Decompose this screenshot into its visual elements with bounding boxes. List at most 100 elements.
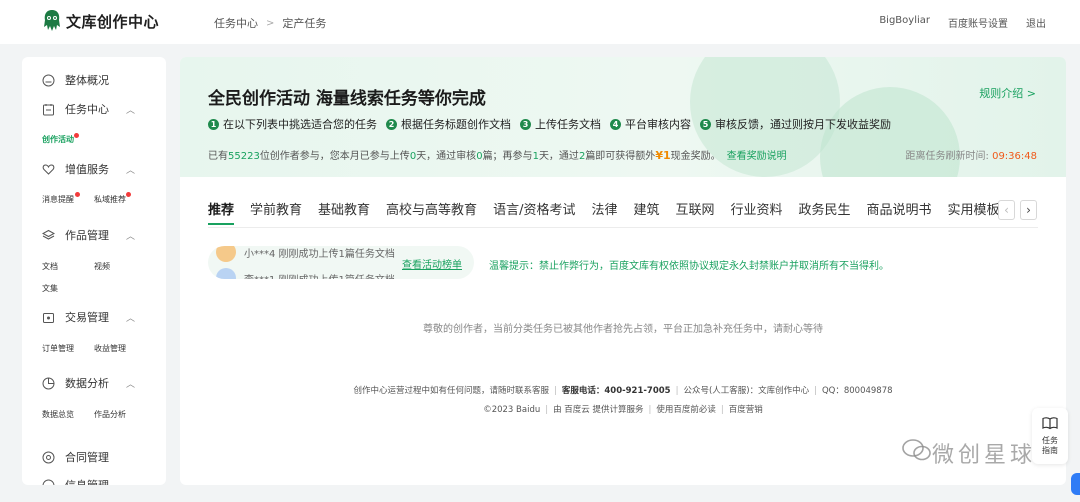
tab-recommend[interactable]: 推荐 (208, 199, 235, 225)
chevron-up-icon[interactable]: ︿ (126, 229, 135, 242)
sidebar-item-value-service[interactable]: 增值服务 ︿ (22, 158, 166, 180)
ticker-text: 李***1 刚刚成功上传1篇任务文档 (244, 271, 395, 280)
sidebar-sub-creative-activity[interactable]: 创作活动 (42, 134, 74, 145)
step-number: 1 (208, 118, 219, 130)
tab-templates[interactable]: 实用模板 (948, 199, 998, 225)
tab-internet[interactable]: 互联网 (675, 199, 714, 225)
tab-preschool[interactable]: 学前教育 (250, 199, 302, 225)
participation-stats: 已有55223位创作者参与，您本月已参与上传0天，通过审核0篇；再参与1天，通过… (208, 147, 787, 162)
sidebar-sub-orders[interactable]: 订单管理 (42, 343, 74, 354)
tab-architecture[interactable]: 建筑 (633, 199, 659, 225)
public-account: 公众号(人工客服)：文库创作中心 (683, 386, 810, 396)
reward-amount: ¥1 (655, 149, 671, 162)
sidebar-label: 整体概况 (65, 74, 109, 87)
marketing-link[interactable]: 百度营销 (729, 405, 763, 415)
ticker-item: 小***4 刚刚成功上传1篇任务文档 (216, 246, 395, 262)
rules-link[interactable]: 规则介绍 > (979, 85, 1036, 101)
brand-logo[interactable]: 文库创作中心 (42, 9, 159, 33)
sidebar-label: 增值服务 (65, 163, 109, 176)
task-guide-button[interactable]: 任务指南 (1032, 408, 1068, 464)
brand-logo-icon (42, 9, 62, 33)
tab-law[interactable]: 法律 (591, 199, 617, 225)
footer-links: ©2023 Baidu | 由 百度云 提供计算服务 | 使用百度前必读 | 百度营销 (180, 403, 1066, 415)
tab-higher-education[interactable]: 高校与高等教育 (386, 199, 477, 225)
header-actions: BigBoyliar 百度账号设置 退出 (861, 15, 1046, 30)
ticker-text: 小***4 刚刚成功上传1篇任务文档 (244, 248, 395, 260)
step-item: 2 根据任务标题创作文档 (386, 116, 511, 132)
sidebar-item-trade[interactable]: 交易管理 ︿ (22, 306, 166, 328)
breadcrumb-root[interactable]: 任务中心 (214, 15, 258, 31)
chevron-up-icon[interactable]: ︿ (126, 163, 135, 176)
step-number: 3 (520, 118, 531, 130)
sidebar-sub-message-reminder[interactable]: 消息提醒 (42, 194, 74, 205)
tab-language-exam[interactable]: 语言/资格考试 (493, 199, 575, 225)
chevron-up-icon[interactable]: ︿ (126, 103, 135, 116)
banner-decoration (820, 87, 960, 177)
sidebar-item-contract[interactable]: 合同管理 (22, 446, 166, 468)
sidebar-sub-works-analysis[interactable]: 作品分析 (94, 409, 126, 420)
step-text: 上传任务文档 (535, 118, 601, 131)
stats-text: 天，通过审核 (416, 151, 477, 162)
floating-action-button[interactable] (1071, 473, 1080, 495)
ticker-item: 李***1 刚刚成功上传1篇任务文档 (216, 268, 395, 279)
reward-info-link[interactable]: 查看奖励说明 (727, 151, 787, 162)
chevron-up-icon[interactable]: ︿ (126, 377, 135, 390)
phone-number: 400-921-7005 (604, 386, 671, 396)
sidebar-item-works[interactable]: 作品管理 ︿ (22, 224, 166, 246)
sidebar-item-overview[interactable]: 整体概况 (22, 69, 166, 91)
sidebar-item-info[interactable]: 信息管理 (22, 474, 166, 485)
stats-text: 天，通过 (538, 151, 579, 162)
footer-separator: | (648, 405, 652, 415)
sidebar-sub-data-overview[interactable]: 数据总览 (42, 409, 74, 420)
step-list: 1 在以下列表中挑选适合您的任务 2 根据任务标题创作文档 3 上传任务文档 4 平台审… (208, 116, 900, 132)
step-item: 3 上传任务文档 (520, 116, 601, 132)
contract-icon (42, 451, 55, 464)
info-icon (42, 479, 55, 485)
must-read-link[interactable]: 使用百度前必读 (656, 405, 716, 415)
chevron-right-icon: > (266, 17, 275, 29)
step-number: 2 (386, 118, 397, 130)
cloud-link[interactable]: 由 百度云 提供计算服务 (553, 405, 643, 415)
notification-dot (75, 192, 80, 197)
banner-title: 全民创作活动 海量线索任务等你完成 (208, 89, 486, 109)
timer-label: 距离任务刷新时间: (905, 151, 989, 162)
wallet-icon (42, 311, 55, 324)
footer-text: 创作中心运营过程中如有任何问题，请随时联系客服 (353, 386, 549, 396)
sidebar-sub-documents[interactable]: 文档 (42, 261, 58, 272)
sidebar-item-data-analysis[interactable]: 数据分析 ︿ (22, 372, 166, 394)
avatar (216, 246, 236, 262)
copyright: ©2023 Baidu (483, 405, 541, 415)
avatar (216, 268, 236, 279)
footer-separator: | (675, 386, 679, 396)
tab-industry[interactable]: 行业资料 (731, 199, 783, 225)
timer-value: 09:36:48 (992, 151, 1037, 162)
watermark-text: 微创星球 (932, 443, 1037, 468)
sidebar-item-task-center[interactable]: 任务中心 ︿ (22, 98, 166, 120)
leaderboard-link[interactable]: 查看活动榜单 (402, 256, 462, 271)
sidebar-sub-collections[interactable]: 文集 (42, 283, 58, 294)
account-settings-link[interactable]: 百度账号设置 (948, 15, 1008, 30)
tab-manuals[interactable]: 商品说明书 (867, 199, 932, 225)
tabs-next-button[interactable]: › (1020, 200, 1037, 220)
activity-banner: 全民创作活动 海量线索任务等你完成 规则介绍 > 1 在以下列表中挑选适合您的任务… (180, 57, 1066, 177)
task-guide-label: 任务指南 (1042, 436, 1058, 455)
qq-number: 800049878 (843, 386, 893, 396)
logout-link[interactable]: 退出 (1026, 15, 1046, 30)
calendar-icon (42, 103, 55, 116)
user-name[interactable]: BigBoyliar (879, 15, 930, 30)
tab-basic-education[interactable]: 基础教育 (318, 199, 370, 225)
step-item: 1 在以下列表中挑选适合您的任务 (208, 116, 377, 132)
step-number: 5 (700, 118, 711, 130)
sidebar-sub-videos[interactable]: 视频 (94, 261, 110, 272)
sidebar-label: 任务中心 (65, 103, 109, 116)
chevron-up-icon[interactable]: ︿ (126, 311, 135, 324)
sidebar-sub-private-recommend[interactable]: 私域推荐 (94, 194, 126, 205)
tabs-prev-button[interactable]: ‹ (998, 200, 1015, 220)
sidebar-sub-earnings[interactable]: 收益管理 (94, 343, 126, 354)
stats-text: 已有 (208, 151, 228, 162)
tab-government[interactable]: 政务民生 (799, 199, 851, 225)
footer-separator: | (545, 405, 549, 415)
refresh-timer: 距离任务刷新时间: 09:36:48 (906, 147, 1037, 162)
sidebar-label: 作品管理 (65, 229, 109, 242)
footer-separator: | (814, 386, 817, 396)
